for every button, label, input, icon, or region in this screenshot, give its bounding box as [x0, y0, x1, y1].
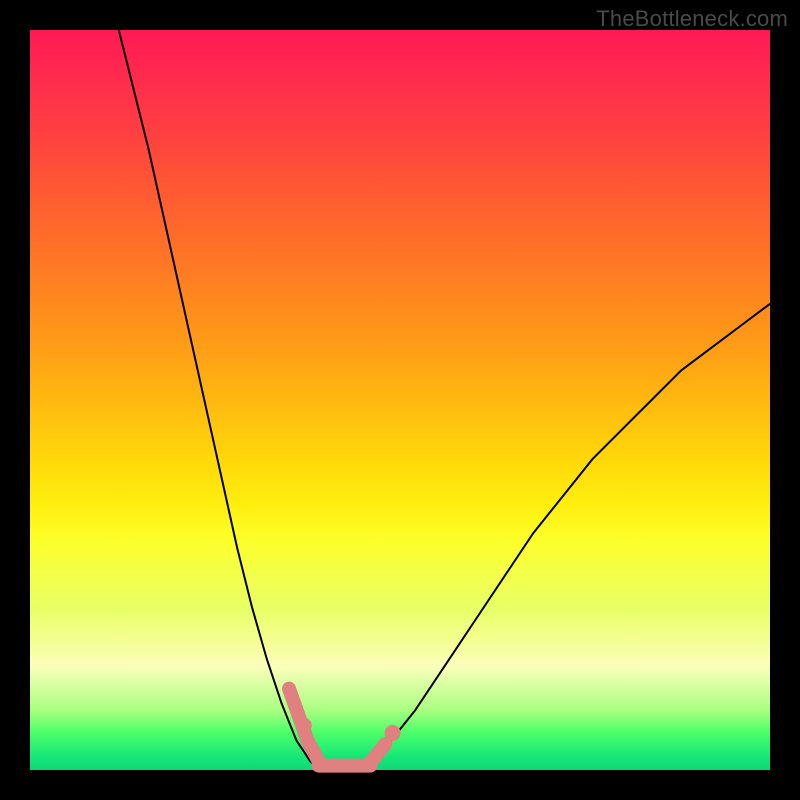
watermark-text: TheBottleneck.com: [596, 6, 788, 32]
series-right-branch: [370, 304, 770, 763]
curve-group: [119, 30, 770, 769]
plot-area: [30, 30, 770, 770]
marker-dot-4: [385, 725, 401, 741]
chart-frame: TheBottleneck.com: [0, 0, 800, 800]
series-left-branch: [119, 30, 311, 763]
marker-dot-5: [296, 718, 312, 734]
chart-svg: [30, 30, 770, 770]
marker-pill-3: [370, 744, 385, 763]
marker-pill-1: [308, 740, 319, 761]
